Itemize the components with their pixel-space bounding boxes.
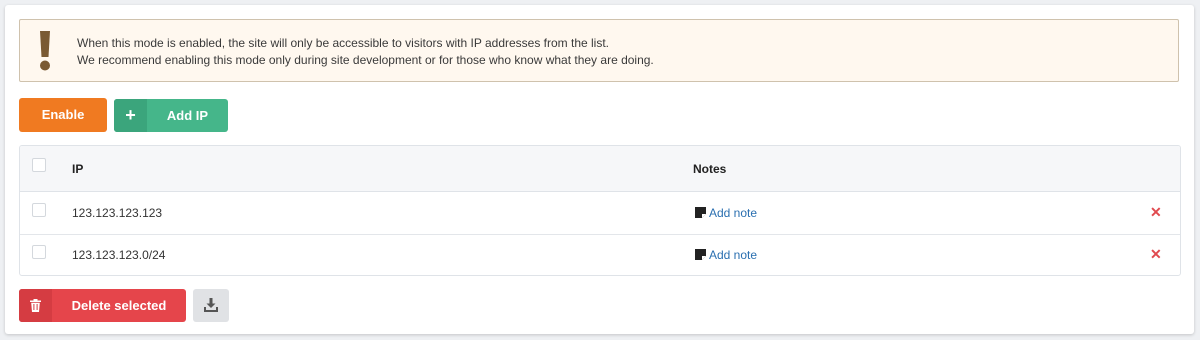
download-button[interactable] [193,289,229,322]
add-note-label: Add note [709,248,758,262]
notice-line-1: When this mode is enabled, the site will… [77,36,610,50]
column-header-ip: IP [72,162,84,176]
note-icon [695,249,706,260]
notice-text: When this mode is enabled, the site will… [77,35,654,69]
table-header: IP Notes [20,146,1180,192]
table-row: 123.123.123.123 Add note ✕ [20,192,1180,235]
row-checkbox[interactable] [32,245,46,259]
delete-selected-button[interactable]: Delete selected [19,289,186,322]
note-icon [695,207,706,218]
warning-notice: When this mode is enabled, the site will… [19,19,1179,82]
ip-cell: 123.123.123.123 [72,206,163,220]
trash-icon-box [19,289,52,322]
row-checkbox[interactable] [32,203,46,217]
delete-row-button[interactable]: ✕ [1150,246,1162,263]
ip-table: IP Notes 123.123.123.123 Add note ✕ 123.… [19,145,1181,276]
table-row: 123.123.123.0/24 Add note ✕ [20,234,1180,275]
add-note-label: Add note [709,206,758,220]
delete-selected-label: Delete selected [71,298,167,313]
column-header-notes: Notes [693,162,727,176]
add-note-link[interactable]: Add note [695,248,757,262]
trash-icon [30,299,41,312]
add-ip-label: Add IP [166,108,209,123]
notice-line-2: We recommend enabling this mode only dur… [77,53,654,67]
exclamation-icon [40,31,50,71]
select-all-checkbox[interactable] [32,158,46,172]
add-ip-button[interactable]: + Add IP [114,99,228,132]
delete-row-button[interactable]: ✕ [1150,204,1162,221]
add-note-link[interactable]: Add note [695,206,757,220]
ip-access-panel: When this mode is enabled, the site will… [5,5,1194,334]
plus-icon: + [114,99,147,132]
ip-cell: 123.123.123.0/24 [72,248,166,262]
download-icon [204,298,218,312]
enable-button[interactable]: Enable [19,98,107,132]
